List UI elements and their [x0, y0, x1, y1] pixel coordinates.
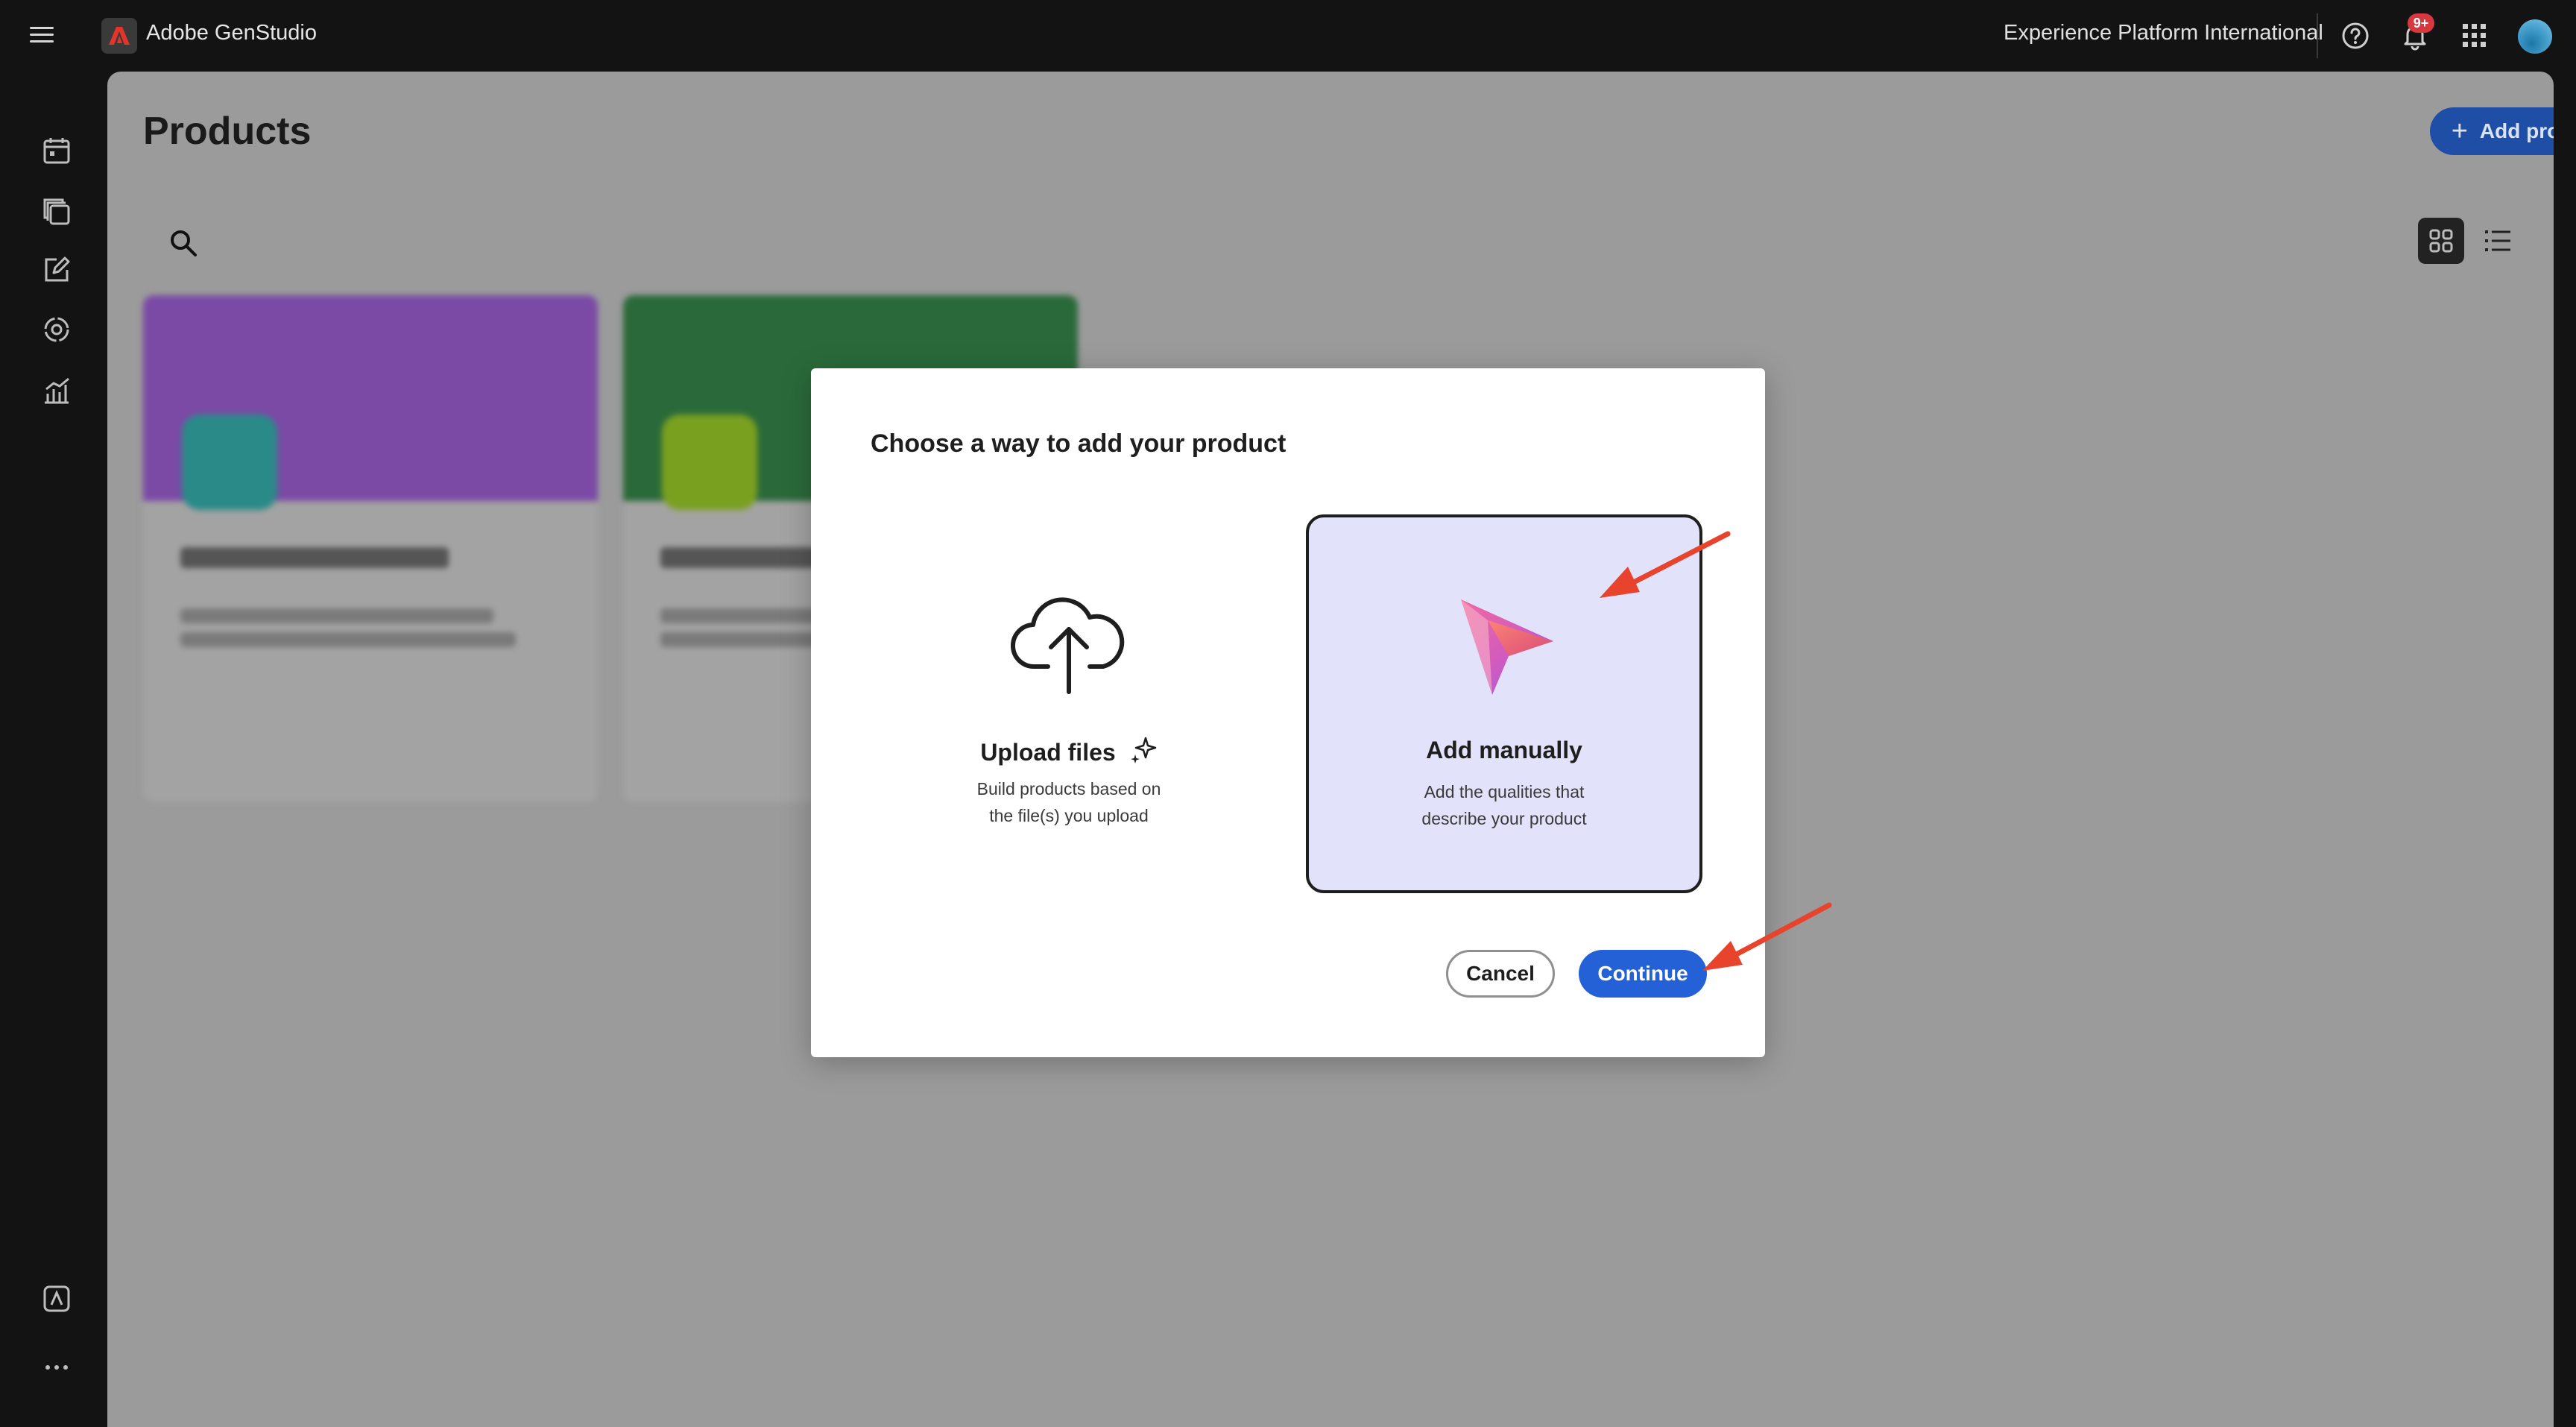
product-card[interactable]	[143, 295, 598, 802]
app-name[interactable]: Adobe GenStudio	[146, 21, 317, 45]
list-view-icon[interactable]	[2478, 221, 2518, 261]
grid-view-icon	[2429, 229, 2453, 253]
top-bar: Adobe GenStudio Experience Platform Inte…	[0, 0, 2576, 72]
dialog-title: Choose a way to add your product	[871, 429, 1287, 458]
add-manually-desc-line: Add the qualities that	[1424, 782, 1585, 801]
edit-icon[interactable]	[40, 253, 73, 286]
add-manually-option[interactable]: Add manually Add the qualities that desc…	[1306, 514, 1702, 893]
chart-icon[interactable]	[40, 374, 73, 407]
plus-icon: +	[2451, 115, 2468, 147]
add-manually-illustration-icon	[1461, 599, 1553, 695]
page-title: Products	[143, 110, 312, 153]
card-title-placeholder	[180, 547, 449, 568]
help-icon[interactable]	[2340, 21, 2370, 51]
ai-sparkle-icon	[1130, 737, 1156, 763]
grid-view-toggle[interactable]	[2418, 218, 2464, 264]
upload-files-label: Upload files	[980, 739, 1116, 766]
divider	[2317, 13, 2318, 58]
brand-icon[interactable]	[40, 1282, 73, 1315]
card-thumbnail	[182, 415, 277, 510]
add-manually-description: Add the qualities that describe your pro…	[1309, 778, 1699, 832]
add-product-button[interactable]: + Add product	[2430, 107, 2554, 155]
card-text-placeholder	[180, 632, 516, 647]
card-text-placeholder	[180, 608, 493, 623]
continue-button[interactable]: Continue	[1579, 950, 1707, 998]
add-product-dialog: Choose a way to add your product Upload …	[811, 368, 1765, 1057]
upload-files-desc-line: Build products based on	[976, 779, 1161, 798]
add-manually-title: Add manually	[1426, 737, 1582, 763]
notification-badge: 9+	[2408, 13, 2434, 33]
more-icon[interactable]	[40, 1351, 73, 1384]
search-icon[interactable]	[167, 227, 200, 259]
upload-files-description: Build products based on the file(s) you …	[871, 775, 1267, 829]
upload-files-option[interactable]: Upload files Build products based on the…	[871, 514, 1267, 893]
adobe-logo-icon[interactable]	[101, 18, 137, 54]
hamburger-menu-icon[interactable]	[28, 22, 55, 49]
upload-files-desc-line: the file(s) you upload	[989, 806, 1149, 825]
copy-icon[interactable]	[40, 195, 73, 228]
add-product-label: Add product	[2479, 119, 2554, 142]
add-manually-desc-line: describe your product	[1421, 809, 1587, 828]
user-avatar[interactable]	[2518, 19, 2552, 54]
upload-files-title: Upload files	[871, 735, 1267, 766]
apps-grid-icon[interactable]	[2460, 21, 2490, 51]
card-thumbnail	[662, 415, 757, 510]
org-switcher[interactable]: Experience Platform International	[2004, 21, 2323, 45]
cloud-upload-icon	[1011, 597, 1125, 694]
target-icon[interactable]	[40, 313, 73, 346]
calendar-icon[interactable]	[40, 134, 73, 167]
cancel-button[interactable]: Cancel	[1446, 950, 1555, 998]
